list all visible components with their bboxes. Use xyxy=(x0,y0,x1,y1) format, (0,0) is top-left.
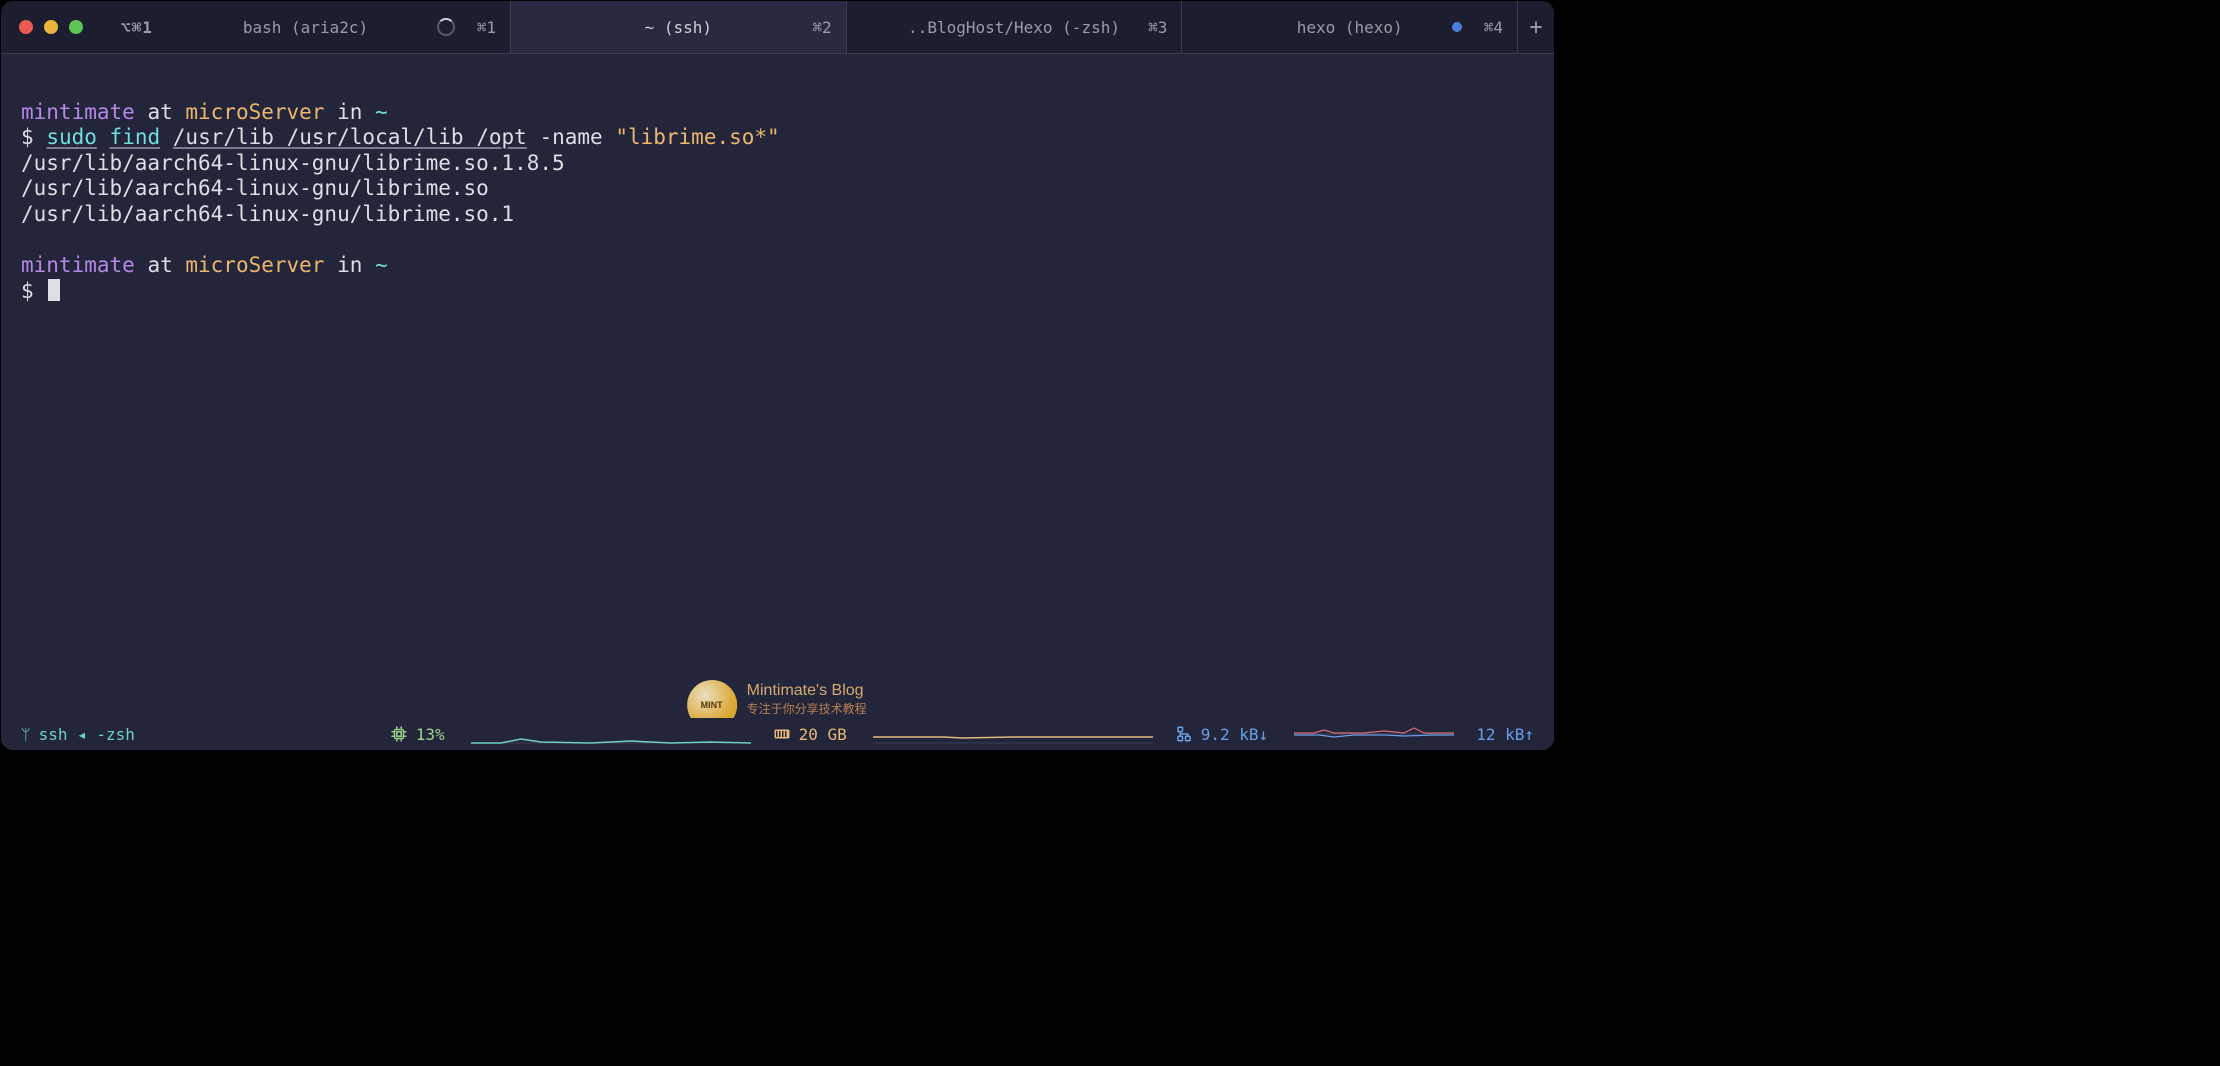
branch-icon: ᛘ xyxy=(21,725,31,744)
terminal-window: ⌥⌘1 bash (aria2c) ⌘1 ~ (ssh) ⌘2 ..BlogHo… xyxy=(0,0,1555,751)
memory-icon xyxy=(773,725,791,743)
prompt-in: in xyxy=(324,100,375,124)
maximize-button[interactable] xyxy=(69,20,83,34)
tab-2-shortcut: ⌘2 xyxy=(812,18,831,37)
status-cpu-text: 13% xyxy=(416,725,445,744)
terminal-cursor xyxy=(48,279,60,301)
prompt2-symbol: $ xyxy=(21,279,34,303)
command-pattern: "librime.so*" xyxy=(615,125,779,149)
status-memory-sparkline xyxy=(873,724,1153,744)
tab-3-title: ..BlogHost/Hexo (-zsh) xyxy=(908,18,1120,37)
tab-1-left-shortcut: ⌥⌘1 xyxy=(121,18,153,37)
status-net-down: 9.2 kB↓ xyxy=(1201,725,1268,744)
new-tab-button[interactable]: + xyxy=(1518,1,1554,53)
status-process-text: ssh ◂ -zsh xyxy=(39,725,135,744)
status-net-up-item: 12 kB↑ xyxy=(1476,725,1534,744)
prompt2-in: in xyxy=(324,253,375,277)
tab-4-title: hexo (hexo) xyxy=(1297,18,1403,37)
prompt2-cwd: ~ xyxy=(375,253,388,277)
status-memory: 20 GB xyxy=(773,725,847,744)
loading-spinner-icon xyxy=(437,18,455,36)
output-line-1: /usr/lib/aarch64-linux-gnu/librime.so.1.… xyxy=(21,151,565,175)
prompt-host: microServer xyxy=(185,100,324,124)
terminal-viewport[interactable]: mintimate at microServer in ~ $ sudo fin… xyxy=(1,54,1554,718)
prompt-at: at xyxy=(135,100,186,124)
tab-3-shortcut: ⌘3 xyxy=(1148,18,1167,37)
tab-3[interactable]: ..BlogHost/Hexo (-zsh) ⌘3 xyxy=(847,1,1183,53)
command-sudo: sudo xyxy=(46,125,97,149)
command-flag: -name xyxy=(539,125,602,149)
tab-2[interactable]: ~ (ssh) ⌘2 xyxy=(511,1,847,53)
tab-4[interactable]: hexo (hexo) ⌘4 xyxy=(1182,1,1518,53)
network-icon xyxy=(1175,725,1193,743)
prompt2-host: microServer xyxy=(185,253,324,277)
output-line-3: /usr/lib/aarch64-linux-gnu/librime.so.1 xyxy=(21,202,514,226)
status-process: ᛘ ssh ◂ -zsh xyxy=(21,725,135,744)
output-line-2: /usr/lib/aarch64-linux-gnu/librime.so xyxy=(21,176,489,200)
status-network-sparkline xyxy=(1294,724,1454,744)
prompt-user: mintimate xyxy=(21,100,135,124)
status-cpu: 13% xyxy=(390,725,445,744)
tab-4-shortcut: ⌘4 xyxy=(1484,18,1503,37)
cpu-icon xyxy=(390,725,408,743)
prompt-cwd: ~ xyxy=(375,100,388,124)
tab-1-title: bash (aria2c) xyxy=(243,18,368,37)
command-name: find xyxy=(110,125,161,149)
prompt-symbol: $ xyxy=(21,125,34,149)
command-paths: /usr/lib /usr/local/lib /opt xyxy=(173,125,527,149)
prompt2-at: at xyxy=(135,253,186,277)
close-button[interactable] xyxy=(19,20,33,34)
minimize-button[interactable] xyxy=(44,20,58,34)
status-bar: ᛘ ssh ◂ -zsh 13% xyxy=(1,718,1554,750)
status-cpu-sparkline xyxy=(471,724,751,744)
prompt2-user: mintimate xyxy=(21,253,135,277)
tab-1[interactable]: ⌥⌘1 bash (aria2c) ⌘1 xyxy=(101,1,511,53)
status-memory-text: 20 GB xyxy=(799,725,847,744)
tab-bar: ⌥⌘1 bash (aria2c) ⌘1 ~ (ssh) ⌘2 ..BlogHo… xyxy=(1,1,1554,54)
tab-1-shortcut: ⌘1 xyxy=(477,18,496,37)
tab-2-title: ~ (ssh) xyxy=(645,18,712,37)
window-controls xyxy=(1,1,101,53)
status-net-up: 12 kB↑ xyxy=(1476,725,1534,744)
status-network: 9.2 kB↓ xyxy=(1175,725,1268,744)
activity-dot-icon xyxy=(1452,22,1462,32)
